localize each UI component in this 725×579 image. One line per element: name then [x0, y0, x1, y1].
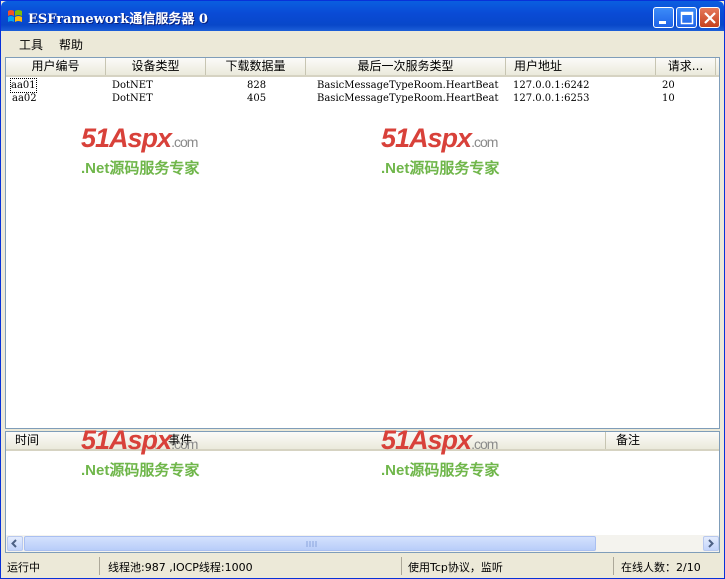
menu-help[interactable]: 帮助 [59, 36, 83, 53]
cell-download-size: 405 [247, 93, 267, 104]
menu-tools[interactable]: 工具 [19, 36, 43, 53]
status-divider [99, 557, 100, 575]
close-button[interactable] [699, 7, 720, 28]
cell-download-size: 828 [247, 80, 267, 91]
column-time[interactable]: 时间 [6, 432, 156, 449]
cell-last-service-type: BasicMessageTypeRoom.HeartBeat [317, 93, 499, 104]
table-row[interactable]: aa01 DotNET 828 BasicMessageTypeRoom.Hea… [6, 78, 719, 93]
maximize-icon [680, 11, 694, 25]
scroll-right-icon [708, 539, 714, 548]
title-bar[interactable]: ESFramework通信服务器 0 [1, 1, 724, 31]
event-log-list[interactable]: 时间 事件 备注 [5, 431, 720, 553]
user-list[interactable]: 用户编号 设备类型 下载数据量 最后一次服务类型 用户地址 请求... aa01… [5, 57, 720, 429]
windows-flag-icon [7, 9, 23, 23]
user-list-header: 用户编号 设备类型 下载数据量 最后一次服务类型 用户地址 请求... [6, 58, 719, 77]
column-user-address[interactable]: 用户地址 [506, 58, 656, 75]
column-last-service-type[interactable]: 最后一次服务类型 [306, 58, 506, 75]
cell-user-address: 127.0.0.1:6253 [513, 93, 590, 104]
status-protocol: 使用Tcp协议，监听 [408, 561, 503, 574]
cell-user-id: aa02 [12, 93, 37, 104]
cell-user-id: aa01 [10, 78, 37, 93]
column-requests[interactable]: 请求... [656, 58, 716, 75]
minimize-icon [659, 21, 666, 24]
status-state: 运行中 [7, 561, 40, 574]
cell-requests: 10 [662, 93, 675, 104]
column-download-size[interactable]: 下载数据量 [206, 58, 306, 75]
column-note[interactable]: 备注 [606, 432, 719, 449]
scroll-left-icon [11, 539, 17, 548]
close-icon [704, 12, 716, 24]
horizontal-scrollbar[interactable] [6, 535, 719, 552]
scroll-thumb[interactable] [24, 536, 596, 551]
menu-bar: 工具 帮助 [1, 31, 724, 56]
column-user-id[interactable]: 用户编号 [6, 58, 106, 75]
app-window: ESFramework通信服务器 0 工具 帮助 用户编号 设备类型 下载数据量… [0, 0, 725, 579]
status-online-count: 在线人数：2/10 [621, 561, 701, 574]
status-divider [401, 557, 402, 575]
status-bar: 运行中 线程池:987 ,IOCP线程:1000 使用Tcp协议，监听 在线人数… [1, 554, 724, 578]
minimize-button[interactable] [653, 7, 674, 28]
scroll-left-button[interactable] [7, 536, 23, 551]
scroll-right-button[interactable] [703, 536, 719, 551]
cell-device-type: DotNET [112, 93, 153, 104]
window-title: ESFramework通信服务器 0 [28, 12, 208, 27]
status-threads: 线程池:987 ,IOCP线程:1000 [108, 561, 253, 574]
cell-requests: 20 [662, 80, 675, 91]
cell-user-address: 127.0.0.1:6242 [513, 80, 590, 91]
cell-last-service-type: BasicMessageTypeRoom.HeartBeat [317, 80, 499, 91]
column-event[interactable]: 事件 [156, 432, 606, 449]
maximize-button[interactable] [676, 7, 697, 28]
table-row[interactable]: aa02 DotNET 405 BasicMessageTypeRoom.Hea… [6, 92, 719, 105]
event-log-header: 时间 事件 备注 [6, 432, 719, 451]
scroll-grip-icon [306, 541, 317, 547]
column-device-type[interactable]: 设备类型 [106, 58, 206, 75]
status-divider [613, 557, 614, 575]
cell-device-type: DotNET [112, 80, 153, 91]
